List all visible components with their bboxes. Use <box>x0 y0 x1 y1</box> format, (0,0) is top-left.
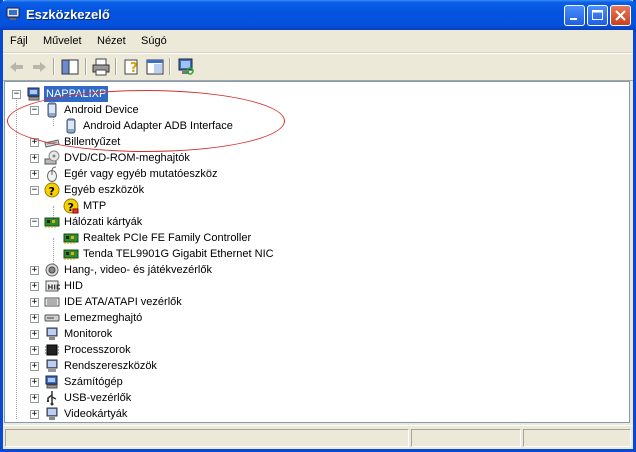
tree-item-label: IDE ATA/ATAPI vezérlők <box>64 296 182 308</box>
unknown-device-icon: ? <box>44 182 60 198</box>
menu-view[interactable]: Nézet <box>97 35 126 47</box>
status-cell-3 <box>523 429 631 447</box>
tree-category-item[interactable]: USB-vezérlők <box>5 390 625 406</box>
title-bar[interactable]: Eszközkezelő <box>0 0 636 30</box>
window-title: Eszközkezelő <box>26 7 110 22</box>
tree-item-label: Hálózati kártyák <box>64 216 143 228</box>
tree-device-item[interactable]: Realtek PCIe FE Family Controller <box>5 230 625 246</box>
keyboard-icon <box>44 139 60 148</box>
tree-item-label: Számítógép <box>64 376 123 388</box>
minimize-icon <box>570 18 577 20</box>
tree-category-item[interactable]: Egér vagy egyéb mutatóeszköz <box>5 166 625 182</box>
mouse-icon <box>47 166 57 182</box>
tree-root-computer[interactable]: NAPPALIXP <box>5 86 625 102</box>
tree-category-item[interactable]: Billentyűzet <box>5 134 625 150</box>
svg-text:HID: HID <box>48 284 61 292</box>
tree-device-item[interactable]: Android Adapter ADB Interface <box>5 118 625 134</box>
toolbar: ? <box>3 53 633 81</box>
toolbar-separator <box>115 58 117 75</box>
hid-icon: HID <box>45 280 61 292</box>
maximize-icon <box>592 10 603 20</box>
android-device-icon <box>47 102 57 118</box>
computer-icon <box>45 375 58 389</box>
menu-file[interactable]: Fájl <box>10 35 28 47</box>
tree-item-label: USB-vezérlők <box>64 392 132 404</box>
properties-window-icon[interactable] <box>145 57 165 77</box>
cdrom-icon <box>44 150 60 165</box>
computer-icon <box>27 87 40 101</box>
system-device-icon <box>46 359 58 372</box>
network-card-icon <box>63 233 79 244</box>
tree-item-label: Android Device <box>64 104 139 116</box>
monitor-icon <box>46 327 58 340</box>
tree-item-label: Egyéb eszközök <box>64 184 145 196</box>
tree-item-label: DVD/CD-ROM-meghajtók <box>64 152 190 164</box>
processor-icon <box>45 344 59 356</box>
minimize-button[interactable] <box>564 5 585 26</box>
menu-help[interactable]: Súgó <box>141 35 167 47</box>
svg-text:?: ? <box>49 185 55 198</box>
tree-category-item[interactable]: Rendszereszközök <box>5 358 625 374</box>
back-arrow-icon[interactable] <box>7 57 27 77</box>
status-cell-main <box>5 429 409 447</box>
tree-item-label: Rendszereszközök <box>64 360 157 372</box>
tree-category-item[interactable]: DVD/CD-ROM-meghajtók <box>5 150 625 166</box>
status-bar <box>3 425 633 450</box>
disk-drive-icon <box>44 314 60 322</box>
speaker-icon <box>45 263 59 277</box>
toolbar-separator <box>85 58 87 75</box>
tree-item-label: MTP <box>83 200 107 212</box>
tree-item-label: Realtek PCIe FE Family Controller <box>83 232 252 244</box>
tree-category-item[interactable]: Hálózati kártyák <box>5 214 625 230</box>
tree-root-label: NAPPALIXP <box>44 86 109 102</box>
device-manager-app-icon <box>6 7 20 20</box>
status-cell-2 <box>411 429 521 447</box>
tree-category-item[interactable]: ? Egyéb eszközök <box>5 182 625 198</box>
forward-arrow-icon[interactable] <box>29 57 49 77</box>
network-card-icon <box>44 217 60 228</box>
toolbar-separator <box>53 58 55 75</box>
usb-icon <box>47 391 57 406</box>
print-icon[interactable] <box>91 57 111 77</box>
tree-category-item[interactable]: Android Device <box>5 102 625 118</box>
menu-action[interactable]: Művelet <box>43 35 82 47</box>
tree-category-item[interactable]: Videokártyák <box>5 406 625 422</box>
maximize-button[interactable] <box>587 5 608 26</box>
tree-item-label: Hang-, video- és játékvezérlők <box>64 264 212 276</box>
toolbar-separator <box>169 58 171 75</box>
menu-bar: Fájl Művelet Nézet Súgó <box>3 30 633 53</box>
show-hide-console-tree-icon[interactable] <box>60 57 80 77</box>
display-adapter-icon <box>46 407 58 420</box>
tree-item-label: Egér vagy egyéb mutatóeszköz <box>64 168 218 180</box>
device-tree[interactable]: − NAPPALIXP − Android Device Android Adapter… <box>4 81 630 423</box>
tree-item-label: Videokártyák <box>64 408 128 420</box>
close-icon <box>615 10 626 21</box>
device-manager-window: Eszközkezelő Fájl Művelet Nézet Súgó ? −… <box>0 0 636 452</box>
tree-item-label: Tenda TEL9901G Gigabit Ethernet NIC <box>83 248 274 260</box>
ide-controller-icon <box>44 297 60 307</box>
adb-interface-icon <box>66 118 76 134</box>
tree-device-item[interactable]: ? MTP <box>5 198 625 214</box>
tree-category-item[interactable]: HIDHID <box>5 278 625 294</box>
tree-category-item[interactable]: Hang-, video- és játékvezérlők <box>5 262 625 278</box>
tree-category-item[interactable]: Processzorok <box>5 342 625 358</box>
tree-category-item[interactable]: Monitorok <box>5 326 625 342</box>
tree-category-item[interactable]: Lemezmeghajtó <box>5 310 625 326</box>
tree-item-label: Processzorok <box>64 344 131 356</box>
tree-item-label: Billentyűzet <box>64 136 121 148</box>
tree-category-item[interactable]: IDE ATA/ATAPI vezérlők <box>5 294 625 310</box>
scan-hardware-changes-icon[interactable] <box>176 57 196 77</box>
svg-text:?: ? <box>130 61 138 76</box>
warning-question-icon: ? <box>63 198 79 214</box>
close-button[interactable] <box>610 5 631 26</box>
tree-item-label: HID <box>64 280 83 292</box>
tree-item-label: Android Adapter ADB Interface <box>83 120 233 132</box>
tree-item-label: Lemezmeghajtó <box>64 312 143 324</box>
network-card-icon <box>63 249 79 260</box>
tree-category-item[interactable]: Számítógép <box>5 374 625 390</box>
tree-device-item[interactable]: Tenda TEL9901G Gigabit Ethernet NIC <box>5 246 625 262</box>
help-properties-icon[interactable]: ? <box>122 57 142 77</box>
tree-item-label: Monitorok <box>64 328 113 340</box>
